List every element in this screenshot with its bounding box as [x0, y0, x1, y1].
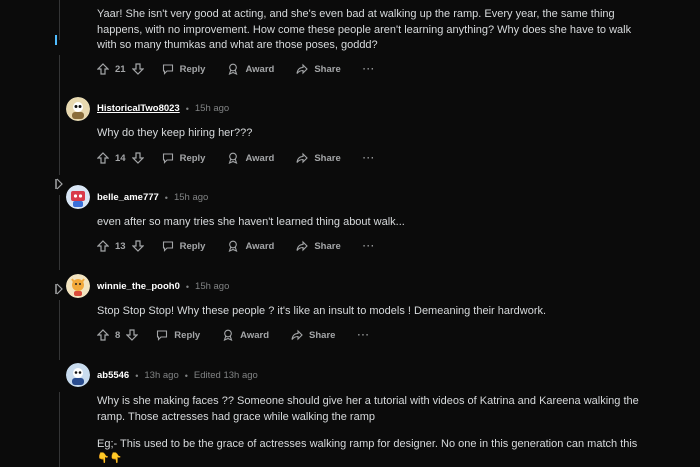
- share-icon: [296, 240, 309, 252]
- vote-count: 13: [115, 240, 126, 252]
- share-button[interactable]: Share: [296, 152, 341, 164]
- vote-count: 14: [115, 152, 126, 164]
- separator-dot: •: [185, 103, 189, 114]
- share-button[interactable]: Share: [291, 329, 335, 341]
- thread-line: [59, 195, 60, 270]
- award-button[interactable]: Award: [222, 329, 269, 341]
- avatar[interactable]: [66, 97, 90, 121]
- reply-label: Reply: [179, 63, 206, 75]
- downvote-icon[interactable]: [126, 329, 139, 341]
- username[interactable]: winnie_the_pooh0: [97, 281, 180, 292]
- comment-body: even after so many tries she haven't lea…: [97, 216, 405, 228]
- upvote-icon[interactable]: [97, 329, 109, 341]
- award-button[interactable]: Award: [227, 240, 274, 252]
- separator-dot: •: [185, 281, 190, 292]
- more-options-button[interactable]: ···: [363, 241, 376, 252]
- separator-dot: •: [164, 192, 168, 203]
- award-button[interactable]: Award: [227, 152, 274, 164]
- thread-line: [59, 392, 60, 467]
- comment-body: Yaar! She isn't very good at acting, and…: [97, 8, 632, 51]
- thread-line: [59, 55, 60, 175]
- timestamp: 15h ago: [194, 103, 230, 114]
- vote-controls: 14: [97, 152, 144, 164]
- more-options-button[interactable]: ···: [363, 153, 376, 164]
- comment-meta: HistoricalTwo8023 • 15h ago: [97, 103, 229, 114]
- share-icon: [296, 152, 309, 164]
- award-label: Award: [245, 152, 275, 164]
- reply-label: Reply: [179, 152, 206, 164]
- reply-icon: [162, 152, 174, 164]
- collapse-thread-button[interactable]: [53, 33, 65, 47]
- timestamp: 15h ago: [195, 281, 230, 292]
- timestamp: 13h ago: [144, 370, 179, 381]
- share-button[interactable]: Share: [296, 240, 341, 252]
- separator-dot: •: [135, 370, 139, 381]
- comment-body-paragraph: Eg;- This used to be the grace of actres…: [97, 438, 638, 450]
- reply-button[interactable]: Reply: [162, 240, 206, 252]
- separator-dot: •: [184, 370, 188, 381]
- timestamp: 15h ago: [173, 192, 209, 203]
- award-label: Award: [240, 329, 270, 341]
- vote-controls: 8: [97, 329, 139, 341]
- reply-icon: [162, 240, 174, 252]
- avatar[interactable]: [66, 363, 90, 387]
- username[interactable]: belle_ame777: [97, 192, 159, 203]
- upvote-icon[interactable]: [97, 63, 109, 75]
- comment-meta: ab5546 • 13h ago • Edited 13h ago: [97, 370, 258, 381]
- vote-controls: 21: [97, 63, 144, 75]
- edited-label: Edited 13h ago: [193, 370, 258, 381]
- reply-icon: [156, 329, 168, 341]
- more-options-button[interactable]: ···: [357, 330, 370, 341]
- username[interactable]: HistoricalTwo8023: [97, 103, 180, 114]
- award-icon: [227, 63, 239, 75]
- comment-body: Why do they keep hiring her???: [97, 127, 253, 139]
- award-icon: [227, 240, 239, 252]
- thread-line: [59, 300, 60, 360]
- vote-count: 8: [115, 329, 121, 341]
- comment-body: Why is she making faces ?? Someone shoul…: [97, 395, 639, 423]
- reply-button[interactable]: Reply: [162, 63, 206, 75]
- downvote-icon[interactable]: [131, 63, 144, 75]
- reply-label: Reply: [174, 329, 201, 341]
- avatar[interactable]: [66, 185, 90, 209]
- collapse-thread-button[interactable]: [53, 177, 65, 191]
- award-button[interactable]: Award: [227, 63, 274, 75]
- award-icon: [227, 152, 239, 164]
- reply-icon: [162, 63, 174, 75]
- upvote-icon[interactable]: [97, 152, 109, 164]
- comment-actions: 21 Reply Award Share ···: [97, 61, 375, 77]
- reply-button[interactable]: Reply: [162, 152, 206, 164]
- comment-actions: 14 Reply Award Share ···: [97, 150, 375, 166]
- share-label: Share: [309, 329, 336, 341]
- comment-meta: winnie_the_pooh0 • 15h ago: [97, 281, 229, 292]
- share-icon: [291, 329, 303, 341]
- downvote-icon[interactable]: [131, 240, 144, 252]
- pointing-down-emoji: 👇👇: [97, 453, 122, 464]
- share-icon: [296, 63, 309, 75]
- username[interactable]: ab5546: [97, 370, 129, 381]
- vote-count: 21: [115, 63, 126, 75]
- share-button[interactable]: Share: [296, 63, 341, 75]
- share-label: Share: [314, 240, 341, 252]
- share-label: Share: [314, 152, 341, 164]
- share-label: Share: [314, 63, 341, 75]
- award-label: Award: [245, 240, 275, 252]
- comment-body: Stop Stop Stop! Why these people ? it's …: [97, 305, 547, 317]
- collapse-thread-button[interactable]: [53, 282, 65, 296]
- upvote-icon[interactable]: [97, 240, 109, 252]
- vote-controls: 13: [97, 240, 144, 252]
- comment-meta: belle_ame777 • 15h ago: [97, 192, 208, 203]
- downvote-icon[interactable]: [131, 152, 144, 164]
- comment-actions: 13 Reply Award Share ···: [97, 238, 375, 254]
- more-options-button[interactable]: ···: [363, 64, 376, 75]
- reply-label: Reply: [179, 240, 206, 252]
- award-icon: [222, 329, 234, 341]
- reply-button[interactable]: Reply: [156, 329, 200, 341]
- avatar[interactable]: [66, 274, 90, 298]
- comment-actions: 8 Reply Award Share ···: [97, 327, 370, 343]
- award-label: Award: [245, 63, 275, 75]
